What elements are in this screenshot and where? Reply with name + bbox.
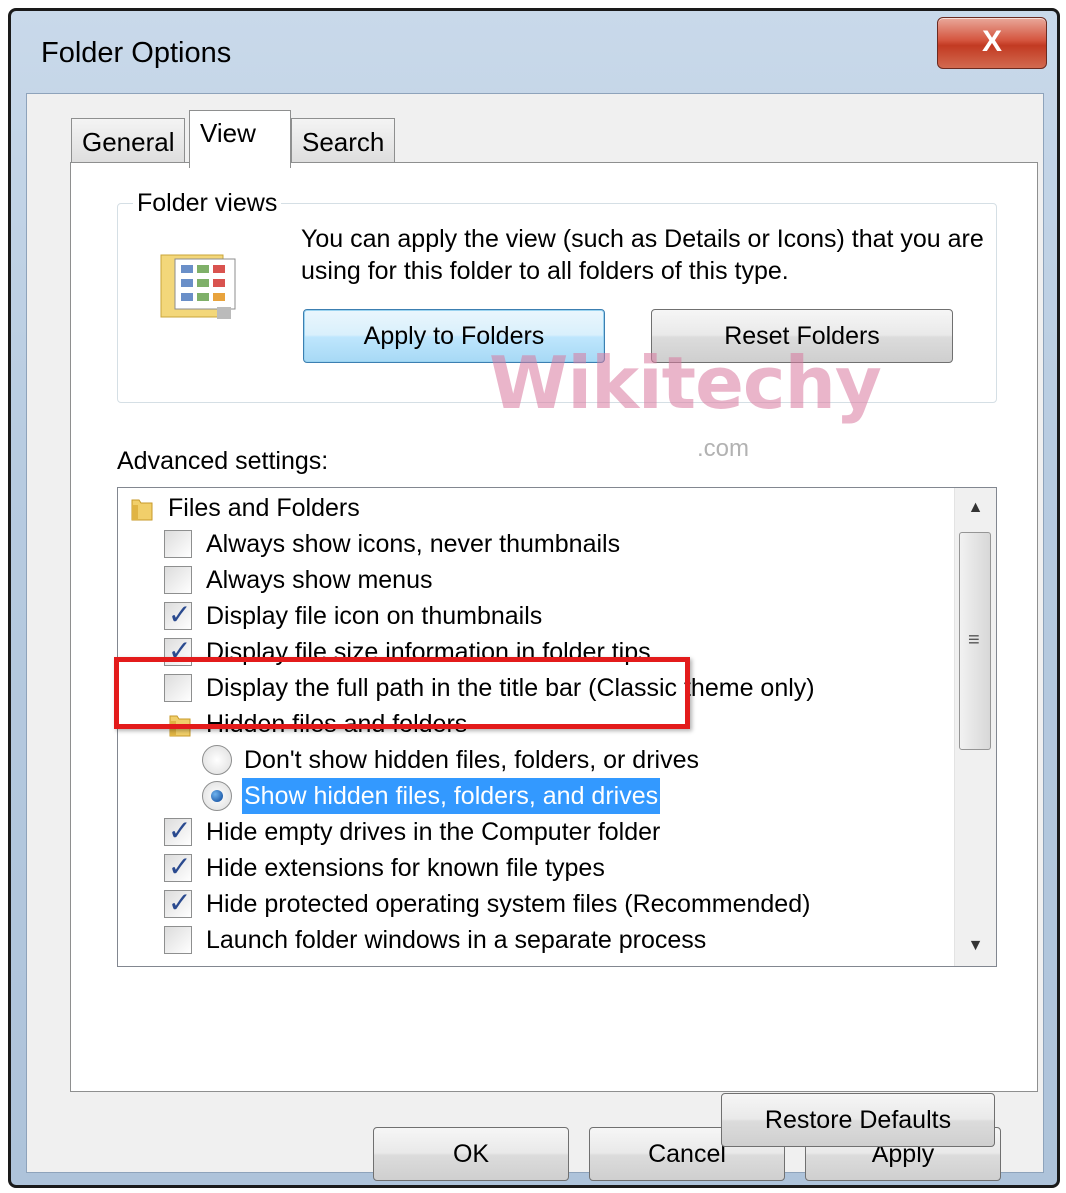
- list-item-label: Show hidden files, folders, and drives: [242, 778, 661, 814]
- radio-button-checked[interactable]: [202, 781, 232, 811]
- list-item-label: Hide extensions for known file types: [206, 854, 605, 882]
- list-item-label: Always show menus: [206, 566, 433, 594]
- watermark-domain: .com: [697, 435, 750, 462]
- checkbox-checked[interactable]: ✓: [164, 851, 192, 882]
- highlight-annotation-box: [114, 657, 690, 729]
- checkmark-icon: ✓: [168, 887, 192, 918]
- tab-search[interactable]: Search: [291, 118, 395, 166]
- checkmark-icon: ✓: [168, 815, 192, 846]
- list-item-label: Always show icons, never thumbnails: [206, 530, 621, 558]
- checkbox-checked[interactable]: ✓: [164, 815, 192, 846]
- folder-views-description: You can apply the view (such as Details …: [301, 225, 984, 285]
- window-title: Folder Options: [41, 37, 232, 69]
- checkmark-icon: ✓: [168, 599, 192, 630]
- folder-views-title: Folder views: [133, 189, 282, 218]
- checkmark-icon: ✓: [168, 851, 192, 882]
- dialog-client-area: General View Search Folder views You can…: [26, 93, 1044, 1181]
- watermark-logo: Wikitechy: [489, 341, 882, 425]
- radio-button[interactable]: [202, 745, 232, 775]
- scroll-down-arrow-icon[interactable]: ▼: [955, 928, 996, 964]
- ok-button[interactable]: OK: [373, 1127, 569, 1181]
- checkbox[interactable]: [164, 530, 192, 558]
- folder-view-icon: [160, 254, 236, 319]
- checkbox-checked[interactable]: ✓: [164, 887, 192, 918]
- grip-icon: ≡: [968, 629, 980, 651]
- folder-options-window: Folder Options X General View Search Fol…: [8, 8, 1060, 1188]
- view-tab-panel: Folder views You can apply the view (suc…: [70, 162, 1038, 1147]
- list-item-label: Hide protected operating system files (R…: [206, 890, 811, 918]
- list-item-label: Hide empty drives in the Computer folder: [206, 818, 661, 846]
- list-item-label: Don't show hidden files, folders, or dri…: [244, 746, 699, 774]
- folder-icon: [131, 499, 153, 521]
- checkbox[interactable]: [164, 926, 192, 954]
- vertical-scrollbar[interactable]: ▲ ≡ ▼: [954, 488, 996, 966]
- checkbox[interactable]: [164, 566, 192, 594]
- tab-general[interactable]: General: [71, 118, 185, 166]
- radio-dot-icon: [211, 790, 223, 802]
- scrollbar-thumb[interactable]: ≡: [959, 532, 991, 750]
- advanced-settings-label: Advanced settings:: [117, 447, 329, 475]
- restore-defaults-button[interactable]: Restore Defaults: [721, 1093, 995, 1147]
- list-item-label: Launch folder windows in a separate proc…: [206, 926, 707, 954]
- list-item-label: Files and Folders: [168, 494, 360, 522]
- checkbox-checked[interactable]: ✓: [164, 599, 192, 630]
- list-item-label: Display file icon on thumbnails: [206, 602, 543, 630]
- scroll-up-arrow-icon[interactable]: ▲: [955, 490, 996, 526]
- title-bar[interactable]: Folder Options X: [11, 11, 1057, 93]
- close-button[interactable]: X: [937, 17, 1047, 69]
- tab-view[interactable]: View: [189, 110, 291, 168]
